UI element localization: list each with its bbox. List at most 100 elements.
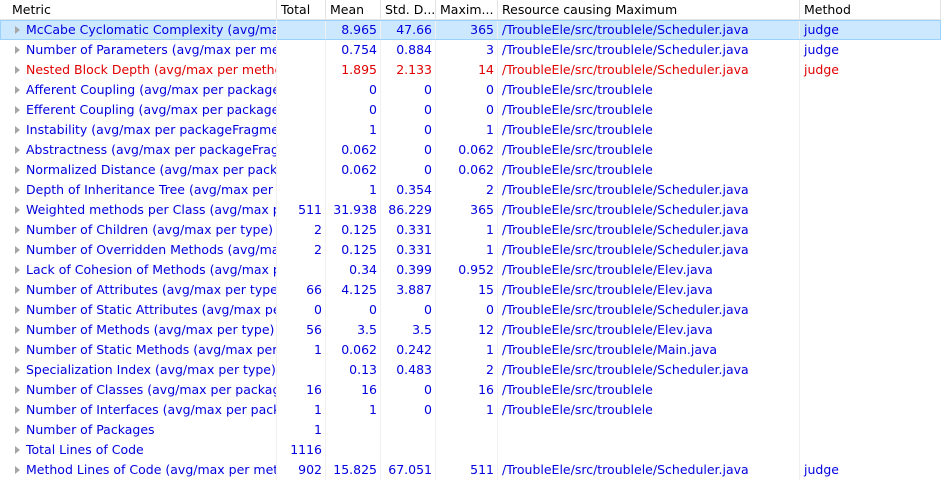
expand-arrow-icon[interactable] (15, 126, 20, 134)
expand-arrow-icon[interactable] (15, 66, 20, 74)
std-dev-cell-text: 0 (424, 402, 432, 417)
table-row[interactable]: McCabe Cyclomatic Complexity (avg/max pe… (0, 20, 941, 40)
maximum-cell-text: 0 (486, 302, 494, 317)
expand-arrow-icon[interactable] (15, 206, 20, 214)
resource-cell-text: /TroubleEle/src/troublele (502, 122, 653, 137)
table-row[interactable]: Number of Classes (avg/max per packageFr… (0, 380, 941, 400)
maximum-cell-text: 1 (486, 242, 494, 257)
resource-cell-text: /TroubleEle/src/troublele/Scheduler.java (502, 42, 749, 57)
column-header-total[interactable]: Total (277, 0, 326, 19)
metric-cell: Lack of Cohesion of Methods (avg/max per… (0, 260, 277, 280)
column-header-std-dev[interactable]: Std. D... (381, 0, 436, 19)
expand-arrow-icon[interactable] (15, 106, 20, 114)
expand-arrow-icon[interactable] (15, 46, 20, 54)
expand-arrow-icon[interactable] (15, 186, 20, 194)
column-header-method[interactable]: Method (800, 0, 941, 19)
method-cell: judge (800, 20, 941, 40)
expand-arrow-icon[interactable] (15, 446, 20, 454)
total-cell-text: 2 (314, 222, 322, 237)
expand-arrow-icon[interactable] (15, 26, 20, 34)
std-dev-cell-text: 0.884 (396, 42, 432, 57)
maximum-cell: 14 (436, 60, 498, 80)
std-dev-cell-text: 47.66 (396, 22, 432, 37)
maximum-cell-text: 511 (470, 462, 494, 477)
maximum-cell: 0 (436, 80, 498, 100)
table-row[interactable]: Number of Static Attributes (avg/max per… (0, 300, 941, 320)
std-dev-cell-text: 0 (424, 382, 432, 397)
maximum-cell: 1 (436, 120, 498, 140)
table-row[interactable]: Number of Interfaces (avg/max per packag… (0, 400, 941, 420)
expand-arrow-icon[interactable] (15, 346, 20, 354)
expand-arrow-icon[interactable] (15, 86, 20, 94)
total-cell (277, 140, 326, 160)
table-row[interactable]: Normalized Distance (avg/max per package… (0, 160, 941, 180)
maximum-cell: 1 (436, 220, 498, 240)
expand-arrow-icon[interactable] (15, 406, 20, 414)
expand-arrow-icon[interactable] (15, 246, 20, 254)
total-cell-text: 1 (314, 402, 322, 417)
table-row[interactable]: Instability (avg/max per packageFragment… (0, 120, 941, 140)
resource-cell: /TroubleEle/src/troublele/Scheduler.java (498, 20, 800, 40)
total-cell (277, 260, 326, 280)
metric-cell: Depth of Inheritance Tree (avg/max per t… (0, 180, 277, 200)
expand-arrow-icon[interactable] (15, 306, 20, 314)
table-row[interactable]: Method Lines of Code (avg/max per method… (0, 460, 941, 480)
expand-arrow-icon[interactable] (15, 146, 20, 154)
expand-arrow-icon[interactable] (15, 166, 20, 174)
std-dev-cell-text: 0 (424, 142, 432, 157)
expand-arrow-icon[interactable] (15, 386, 20, 394)
table-row[interactable]: Number of Static Methods (avg/max per ty… (0, 340, 941, 360)
expand-arrow-icon[interactable] (15, 326, 20, 334)
expand-arrow-icon[interactable] (15, 266, 20, 274)
mean-cell-text: 0.13 (349, 362, 377, 377)
metric-cell-text: Number of Classes (avg/max per packageFr… (26, 382, 276, 397)
metric-cell-text: Depth of Inheritance Tree (avg/max per t… (26, 182, 276, 197)
expand-arrow-icon[interactable] (15, 426, 20, 434)
maximum-cell: 2 (436, 360, 498, 380)
total-cell-text: 511 (298, 202, 322, 217)
table-row[interactable]: Nested Block Depth (avg/max per method) 1… (0, 60, 941, 80)
resource-cell-text: /TroubleEle/src/troublele/Scheduler.java (502, 242, 749, 257)
table-row[interactable]: Efferent Coupling (avg/max per packageFr… (0, 100, 941, 120)
total-cell (277, 40, 326, 60)
table-row[interactable]: Depth of Inheritance Tree (avg/max per t… (0, 180, 941, 200)
table-row[interactable]: Specialization Index (avg/max per type) 0… (0, 360, 941, 380)
resource-cell: /TroubleEle/src/troublele (498, 80, 800, 100)
column-header-maximum[interactable]: Maxim... (436, 0, 498, 19)
column-header-mean[interactable]: Mean (326, 0, 381, 19)
method-cell: judge (800, 40, 941, 60)
expand-arrow-icon[interactable] (15, 286, 20, 294)
total-cell (277, 120, 326, 140)
table-row[interactable]: Afferent Coupling (avg/max per packageFr… (0, 80, 941, 100)
std-dev-cell-text: 0 (424, 302, 432, 317)
maximum-cell-text: 16 (478, 382, 494, 397)
table-row[interactable]: Number of Methods (avg/max per type) 56 3.… (0, 320, 941, 340)
metric-cell-text: Number of Attributes (avg/max per type) (26, 282, 277, 297)
table-row[interactable]: Number of Parameters (avg/max per method… (0, 40, 941, 60)
column-header-resource[interactable]: Resource causing Maximum (498, 0, 800, 19)
metric-cell-text: Efferent Coupling (avg/max per packageFr… (26, 102, 276, 117)
maximum-cell-text: 3 (486, 42, 494, 57)
table-row[interactable]: Number of Packages 1 (0, 420, 941, 440)
expand-arrow-icon[interactable] (15, 466, 20, 474)
table-row[interactable]: Number of Overridden Methods (avg/max pe… (0, 240, 941, 260)
column-header-metric[interactable]: Metric (0, 0, 277, 19)
mean-cell: 16 (326, 380, 381, 400)
expand-arrow-icon[interactable] (15, 366, 20, 374)
method-cell (800, 340, 941, 360)
table-row[interactable]: Number of Children (avg/max per type) 2 0.… (0, 220, 941, 240)
resource-cell: /TroubleEle/src/troublele (498, 380, 800, 400)
table-row[interactable]: Lack of Cohesion of Methods (avg/max per… (0, 260, 941, 280)
metric-cell-text: Method Lines of Code (avg/max per method… (26, 462, 277, 477)
metric-cell: McCabe Cyclomatic Complexity (avg/max pe… (0, 20, 277, 40)
table-row[interactable]: Number of Attributes (avg/max per type) 6… (0, 280, 941, 300)
table-row[interactable]: Weighted methods per Class (avg/max per … (0, 200, 941, 220)
table-row[interactable]: Abstractness (avg/max per packageFragmen… (0, 140, 941, 160)
expand-arrow-icon[interactable] (15, 226, 20, 234)
method-cell (800, 440, 941, 460)
maximum-cell-text: 0 (486, 82, 494, 97)
mean-cell-text: 1 (369, 122, 377, 137)
table-row[interactable]: Total Lines of Code 1116 (0, 440, 941, 460)
std-dev-cell: 0.354 (381, 180, 436, 200)
method-cell (800, 160, 941, 180)
